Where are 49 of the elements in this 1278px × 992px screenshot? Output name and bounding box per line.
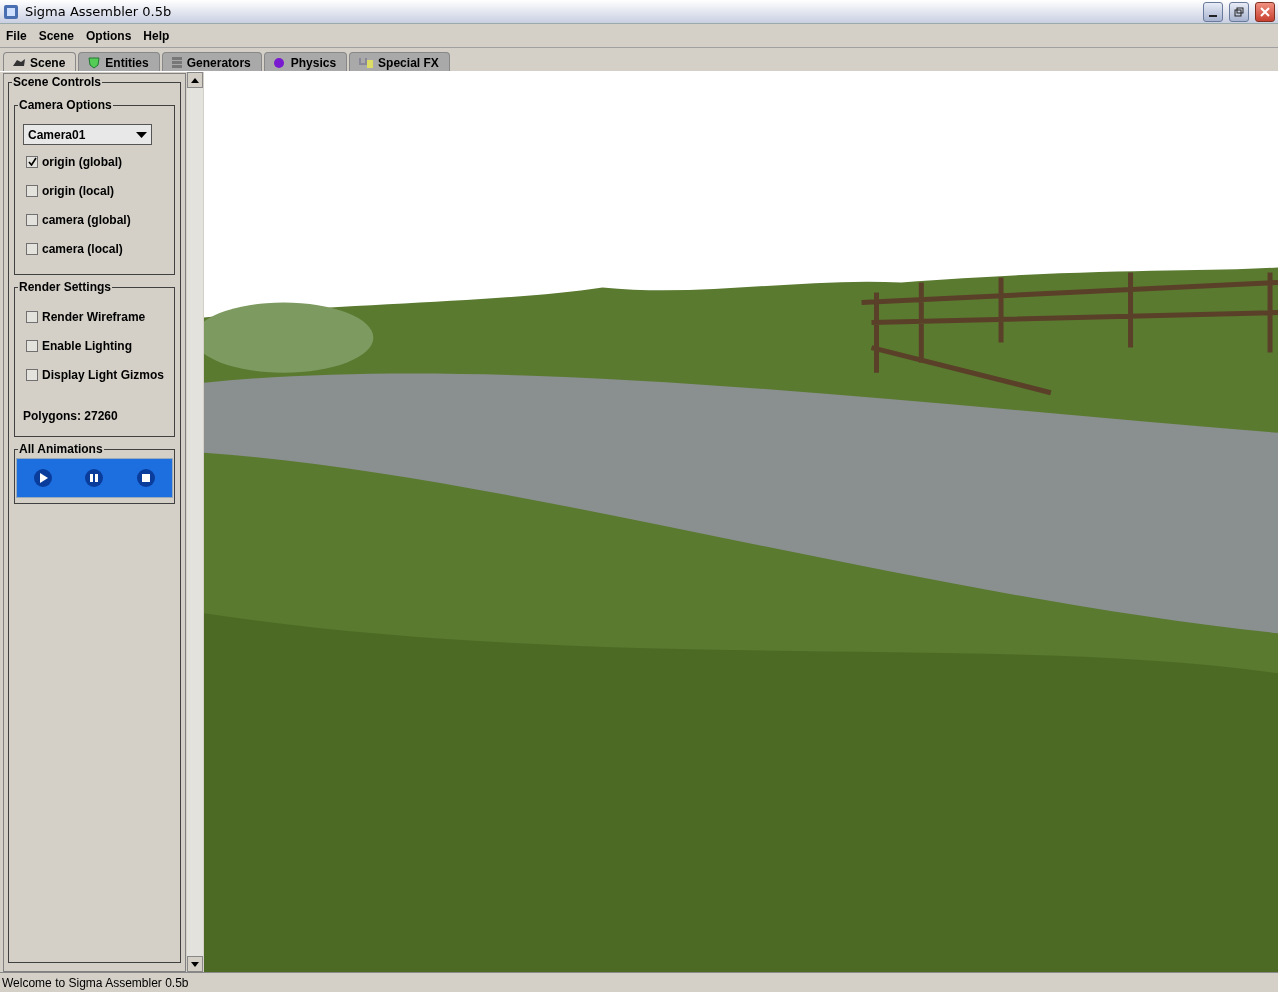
stop-icon [136,468,157,488]
scroll-down-button[interactable] [187,956,203,972]
close-icon [1259,5,1271,18]
restore-button[interactable] [1229,1,1249,22]
checkbox[interactable]: origin (global) [23,147,122,176]
sphere-icon [272,56,287,69]
checkbox[interactable]: camera (global) [23,205,131,234]
checkbox[interactable]: Display Light Gizmos [23,360,164,389]
tab[interactable]: Physics [263,52,348,71]
rocks-icon [12,56,26,69]
checkmark-icon [27,157,37,166]
menu-item[interactable]: Scene [32,26,81,45]
pause-button[interactable] [84,468,105,488]
window-title: Sigma Assembler 0.5b [25,2,173,21]
stack-icon [170,56,183,69]
polygon-count: Polygons: 27260 [23,408,119,425]
shield-icon [87,56,102,69]
down-arrow-icon [191,961,199,967]
up-arrow-icon [191,77,199,83]
minimize-icon [1209,14,1217,17]
checkbox[interactable]: camera (local) [23,234,123,263]
stop-button[interactable] [136,468,157,488]
tab[interactable]: Entities [78,52,160,71]
status-text: Welcome to Sigma Assembler 0.5b [2,974,189,992]
caret-icon [136,131,147,138]
minimize-button[interactable] [1203,1,1223,22]
scroll-up-button[interactable] [187,72,203,88]
panel-title: Scene Controls [12,75,103,89]
restore-icon [1234,6,1244,17]
group-title: Render Settings [18,280,112,294]
camera-dropdown[interactable]: Camera01 [23,124,152,145]
close-button[interactable] [1255,1,1275,22]
tab[interactable]: Generators [161,52,262,71]
checkbox[interactable]: origin (local) [23,176,114,205]
pause-icon [84,468,105,488]
group-title: Camera Options [18,98,113,112]
terrain-render-drawing[interactable] [204,72,1278,972]
menu-item[interactable]: Options [80,26,138,45]
menu-item[interactable]: File [0,26,33,45]
play-icon [32,468,53,488]
app-logo-icon [3,3,19,20]
tab[interactable]: Special FX [349,52,450,71]
checkbox[interactable]: Render Wireframe [23,302,146,331]
group-title: All Animations [18,442,104,456]
tab[interactable]: Scene [3,52,77,71]
menu-item[interactable]: Help [137,26,176,45]
checkbox[interactable]: Enable Lighting [23,331,132,360]
vertical-scrollbar[interactable] [187,72,203,972]
play-button[interactable] [32,468,53,488]
